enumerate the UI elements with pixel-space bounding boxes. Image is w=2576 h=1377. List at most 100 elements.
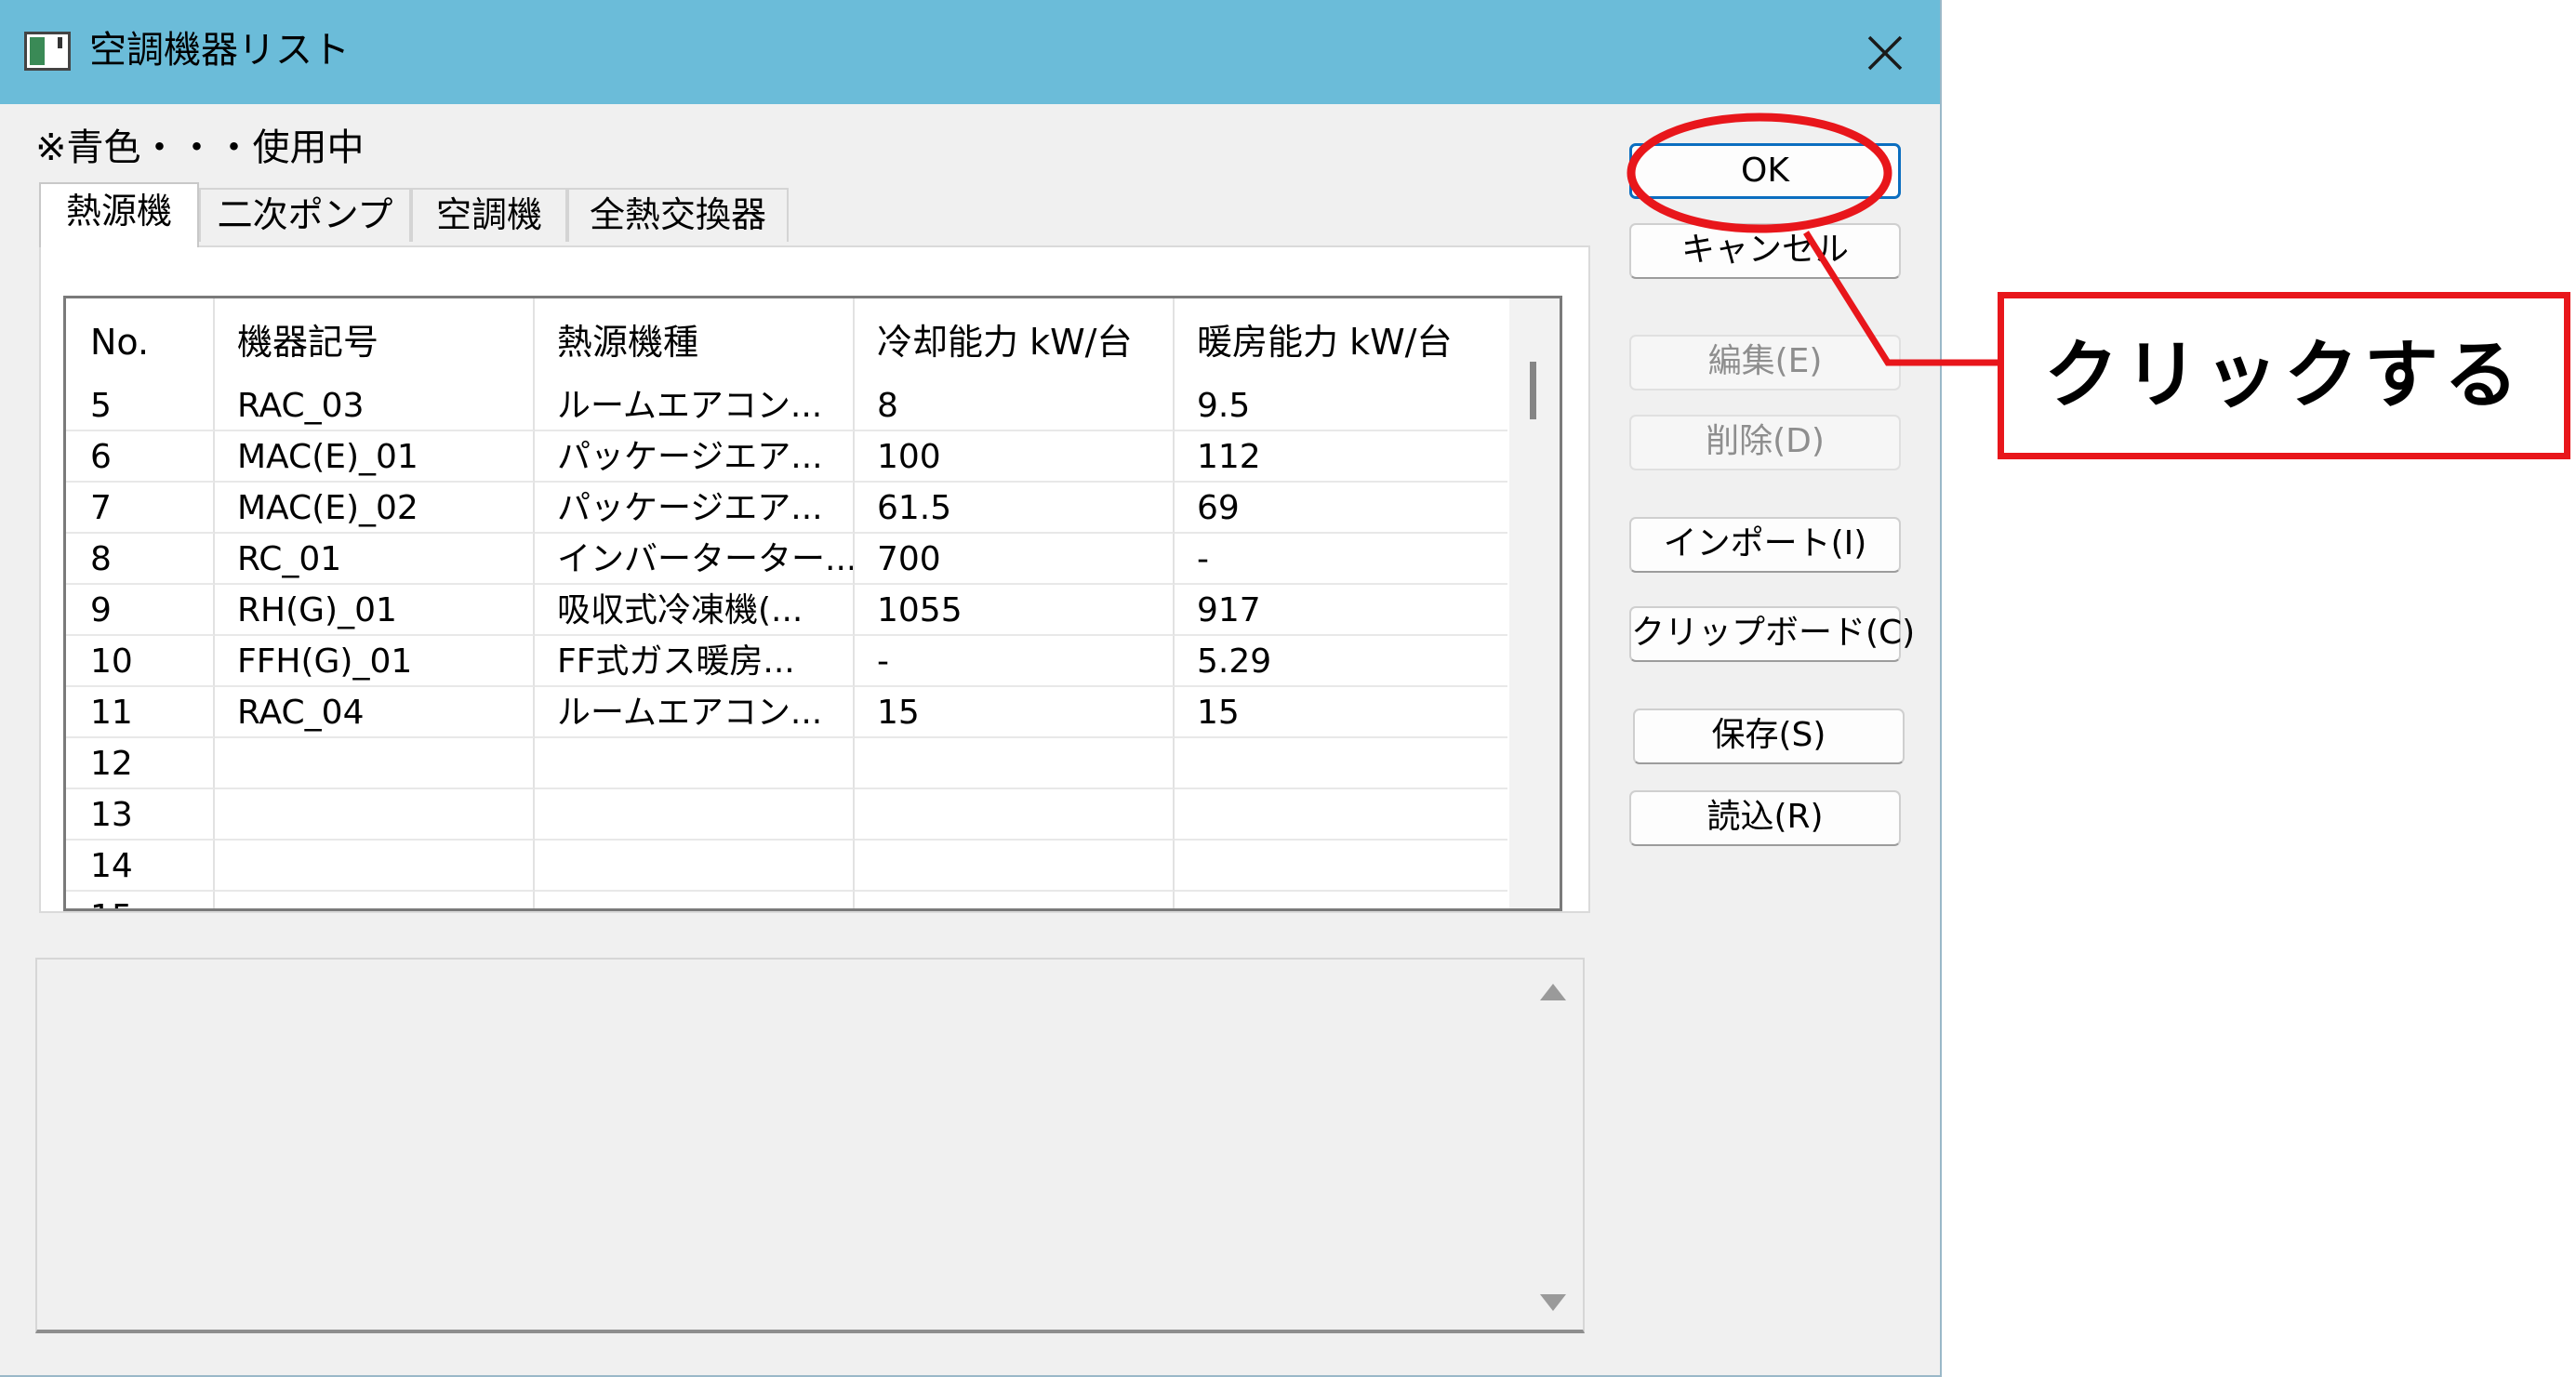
table-row[interactable]: 8 RC_01 インバーターター... 700- (66, 534, 1507, 585)
tab-heat-exchanger[interactable]: 全熱交換器 (567, 188, 789, 242)
memo-area[interactable] (35, 958, 1585, 1333)
edit-button[interactable]: 編集(E) (1629, 335, 1901, 391)
table-cell[interactable] (535, 841, 855, 892)
table-cell[interactable] (1175, 892, 1507, 908)
table-cell[interactable]: 9 (66, 585, 215, 636)
equipment-grid[interactable]: No. 機器記号 熱源機種 冷却能力 kW/台 暖房能力 kW/台 5 RAC_0… (63, 296, 1562, 911)
clipboard-button[interactable]: クリップボード(C) (1629, 606, 1915, 662)
table-cell[interactable]: パッケージエア... (535, 483, 855, 534)
save-button[interactable]: 保存(S) (1633, 708, 1905, 764)
table-row[interactable]: 14 (66, 841, 1507, 892)
table-cell[interactable]: - (855, 636, 1175, 687)
header-type[interactable]: 熱源機種 (535, 298, 855, 380)
table-cell[interactable]: 14 (66, 841, 215, 892)
table-cell[interactable]: 5.29 (1175, 636, 1507, 687)
table-cell[interactable]: 7 (66, 483, 215, 534)
table-cell[interactable]: ルームエアコン... (535, 380, 855, 431)
table-cell[interactable]: 100 (855, 431, 1175, 483)
header-symbol[interactable]: 機器記号 (215, 298, 535, 380)
table-cell[interactable] (855, 738, 1175, 789)
table-cell[interactable]: 15 (855, 687, 1175, 738)
table-row[interactable]: 13 (66, 789, 1507, 841)
header-no[interactable]: No. (66, 298, 215, 380)
table-cell[interactable] (1175, 738, 1507, 789)
table-cell[interactable]: 1055 (855, 585, 1175, 636)
memo-scrollbar[interactable] (1525, 960, 1583, 1330)
table-cell[interactable] (215, 738, 535, 789)
table-row[interactable]: 5 RAC_03 ルームエアコン... 8 9.5 (66, 380, 1507, 431)
table-cell[interactable] (1175, 789, 1507, 841)
table-row[interactable]: 11 RAC_04 ルームエアコン... 15 15 (66, 687, 1507, 738)
tab-secondary-pump[interactable]: 二次ポンプ (199, 188, 411, 242)
table-row[interactable]: 10 FFH(G)_01 FF式ガス暖房... -5.29 (66, 636, 1507, 687)
tab-heat-source[interactable]: 熱源機 (39, 182, 199, 247)
table-cell[interactable]: 8 (66, 534, 215, 585)
table-row[interactable]: 7 MAC(E)_02 パッケージエア... 61.5 69 (66, 483, 1507, 534)
header-cooling[interactable]: 冷却能力 kW/台 (855, 298, 1175, 380)
title-bar: 空調機器リスト (0, 0, 1940, 104)
table-cell[interactable]: 6 (66, 431, 215, 483)
table-cell[interactable] (1175, 841, 1507, 892)
table-cell[interactable]: 13 (66, 789, 215, 841)
table-cell[interactable]: 61.5 (855, 483, 1175, 534)
scroll-down-icon[interactable] (1540, 1294, 1566, 1311)
table-cell[interactable] (215, 841, 535, 892)
tab-air-handler[interactable]: 空調機 (411, 188, 567, 242)
load-button[interactable]: 読込(R) (1629, 790, 1901, 846)
grid-scroll-thumb[interactable] (1530, 362, 1536, 419)
dialog-window: 空調機器リスト ※青色・・・使用中 熱源機 二次ポンプ 空調機 全熱交換器 No… (0, 0, 1942, 1377)
table-row[interactable]: 12 (66, 738, 1507, 789)
table-cell[interactable]: RH(G)_01 (215, 585, 535, 636)
table-cell[interactable]: インバーターター... (535, 534, 855, 585)
table-cell[interactable]: 8 (855, 380, 1175, 431)
table-cell[interactable]: MAC(E)_01 (215, 431, 535, 483)
table-cell[interactable]: FF式ガス暖房... (535, 636, 855, 687)
table-cell[interactable]: 15 (66, 892, 215, 908)
table-cell[interactable]: MAC(E)_02 (215, 483, 535, 534)
table-cell[interactable] (535, 789, 855, 841)
import-button[interactable]: インポート(I) (1629, 517, 1901, 573)
header-heating[interactable]: 暖房能力 kW/台 (1175, 298, 1507, 380)
table-cell[interactable]: RC_01 (215, 534, 535, 585)
table-cell[interactable] (535, 738, 855, 789)
table-cell[interactable]: 15 (1175, 687, 1507, 738)
table-cell[interactable] (855, 789, 1175, 841)
legend-text: ※青色・・・使用中 (35, 126, 365, 169)
table-cell[interactable]: 700 (855, 534, 1175, 585)
table-cell[interactable]: RAC_03 (215, 380, 535, 431)
table-cell[interactable]: 112 (1175, 431, 1507, 483)
table-row[interactable]: 6 MAC(E)_01 パッケージエア... 100 112 (66, 431, 1507, 483)
app-icon (24, 32, 71, 71)
grid-body: 5 RAC_03 ルームエアコン... 8 9.5 6 MAC(E)_01 パッケージエア..… (66, 380, 1507, 908)
table-cell[interactable]: パッケージエア... (535, 431, 855, 483)
grid-header: No. 機器記号 熱源機種 冷却能力 kW/台 暖房能力 kW/台 (66, 298, 1507, 380)
ok-button[interactable]: OK (1629, 143, 1901, 199)
table-cell[interactable] (215, 892, 535, 908)
table-cell[interactable]: ルームエアコン... (535, 687, 855, 738)
table-cell[interactable]: - (1175, 534, 1507, 585)
callout-box: クリックする (1998, 292, 2570, 459)
table-cell[interactable]: FFH(G)_01 (215, 636, 535, 687)
table-cell[interactable]: 69 (1175, 483, 1507, 534)
cancel-button[interactable]: キャンセル (1629, 223, 1901, 279)
table-cell[interactable] (855, 892, 1175, 908)
table-cell[interactable]: 10 (66, 636, 215, 687)
close-button[interactable] (1860, 28, 1910, 78)
table-cell[interactable] (855, 841, 1175, 892)
window-title: 空調機器リスト (89, 29, 350, 72)
table-cell[interactable]: 5 (66, 380, 215, 431)
table-cell[interactable] (215, 789, 535, 841)
table-cell[interactable]: 11 (66, 687, 215, 738)
scroll-up-icon[interactable] (1540, 984, 1566, 1000)
table-cell[interactable]: 吸収式冷凍機(... (535, 585, 855, 636)
table-cell[interactable]: 12 (66, 738, 215, 789)
table-cell[interactable]: 9.5 (1175, 380, 1507, 431)
table-cell[interactable]: 917 (1175, 585, 1507, 636)
table-cell[interactable]: RAC_04 (215, 687, 535, 738)
table-row[interactable]: 9 RH(G)_01 吸収式冷凍機(... 1055 917 (66, 585, 1507, 636)
table-cell[interactable] (535, 892, 855, 908)
table-row[interactable]: 15 (66, 892, 1507, 908)
delete-button[interactable]: 削除(D) (1629, 415, 1901, 470)
grid-scrollbar[interactable] (1509, 298, 1560, 908)
close-icon (1867, 35, 1903, 71)
